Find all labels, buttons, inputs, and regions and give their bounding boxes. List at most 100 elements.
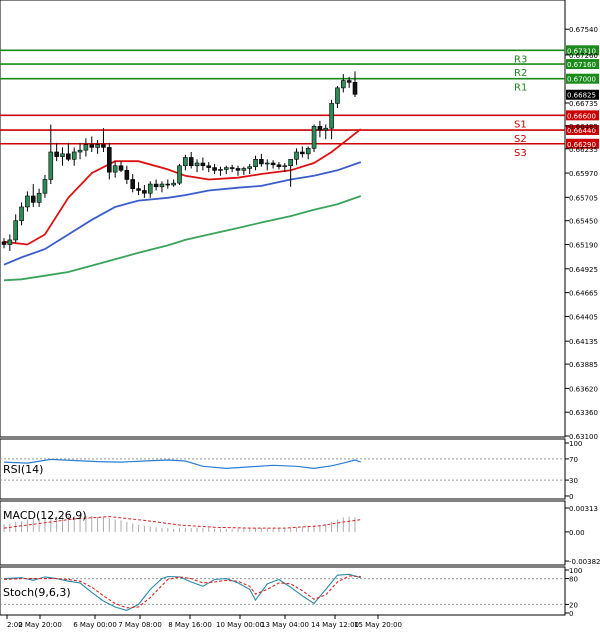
time-tick-label: 13 May 04:00	[261, 621, 309, 629]
candle-body-bull	[282, 165, 288, 168]
candle-body-bear	[136, 188, 141, 191]
candle-body-bull	[95, 144, 100, 148]
macd-title: MACD(12,26,9)	[3, 509, 87, 522]
time-tick-label: 10 May 00:00	[216, 621, 264, 629]
macd-tick-label: 0.00	[569, 529, 585, 537]
candle-body-bull	[323, 127, 329, 131]
time-tick-label: 14 May 12:00	[311, 621, 359, 629]
price-tick-label: 0.66485	[569, 123, 598, 131]
rsi-title: RSI(14)	[3, 463, 43, 476]
candle-body-bear	[124, 170, 130, 180]
candle-body-bull	[288, 159, 293, 167]
candle-body-bull	[311, 126, 317, 149]
price-tick-label: 0.64925	[569, 266, 598, 274]
price-tick-label: 0.65450	[569, 218, 598, 226]
price-tick-label: 0.63885	[569, 361, 598, 369]
price-tick-label: 0.66235	[569, 146, 598, 154]
candle-body-bear	[54, 151, 59, 157]
stoch-tick-label: 100	[569, 567, 582, 575]
level-name-s3: S3	[514, 148, 527, 159]
rsi-tick-label: 100	[569, 440, 582, 448]
candle-body-bear	[1, 241, 7, 245]
trading-chart: R30.67310R20.67160R10.67000S10.66600S20.…	[0, 0, 600, 632]
candle-body-bear	[130, 179, 135, 189]
candle-body-bull	[264, 162, 270, 165]
candle-body-bull	[335, 87, 340, 104]
candle-body-bear	[101, 144, 106, 148]
candle-body-bull	[241, 168, 247, 171]
candle-body-bull	[194, 162, 200, 167]
price-tick-label: 0.64665	[569, 290, 598, 298]
candle	[311, 124, 317, 152]
candle-body-bear	[30, 195, 36, 203]
stoch-tick-label: 80	[569, 576, 578, 584]
price-tick-label: 0.67540	[569, 26, 598, 34]
price-tick-label: 0.63360	[569, 409, 598, 417]
stoch-tick-label: 20	[569, 601, 578, 609]
price-tick-label: 0.64405	[569, 313, 598, 321]
level-price-label: 0.66600	[567, 112, 596, 120]
candle-body-bull	[36, 192, 42, 203]
rsi-tick-label: 0	[569, 493, 573, 501]
candle-body-bull	[42, 179, 48, 194]
candle-body-bull	[171, 182, 176, 186]
candle-body-bear	[142, 190, 147, 194]
candle-body-bull	[147, 183, 153, 194]
candle-body-bull	[305, 148, 311, 155]
candle-body-bull	[71, 151, 77, 160]
price-tick-label: 0.66735	[569, 100, 598, 108]
candle-body-bull	[224, 167, 229, 170]
level-price-label: 0.67000	[567, 76, 596, 84]
candle-body-bull	[13, 220, 18, 241]
candle-body-bull	[329, 103, 334, 129]
candle-body-bull	[159, 183, 165, 188]
macd-tick-label: -0.003827	[569, 558, 600, 566]
time-tick-label: 15 May 20:00	[354, 621, 402, 629]
current-price-label: 0.66825	[567, 92, 596, 100]
level-name-s1: S1	[514, 119, 527, 130]
price-tick-label: 0.63620	[569, 385, 598, 393]
candle-body-bear	[300, 151, 305, 155]
candle-body-bull	[112, 165, 118, 173]
candle-body-bull	[247, 166, 252, 169]
price-tick-label: 0.67260	[569, 52, 598, 60]
candle-body-bull	[253, 159, 258, 167]
candle-body-bear	[118, 165, 124, 171]
candle-body-bear	[270, 162, 276, 166]
macd-tick-label: 0.00313	[569, 505, 598, 513]
candle-body-bear	[206, 165, 212, 168]
price-tick-label: 0.64135	[569, 338, 598, 346]
price-tick-label: 0.65705	[569, 194, 598, 202]
price-tick-label: 0.65190	[569, 242, 598, 250]
candle-body-bull	[177, 165, 182, 184]
rsi-tick-label: 70	[569, 456, 578, 464]
time-tick-label: 8 May 16:00	[168, 621, 212, 629]
price-tick-label: 0.65970	[569, 170, 598, 178]
level-name-r2: R2	[514, 68, 527, 79]
candle-body-bear	[200, 162, 206, 167]
candle-body-bear	[107, 147, 112, 173]
time-tick-label: 7 May 08:00	[118, 621, 162, 629]
candle	[177, 163, 182, 185]
stoch-title: Stoch(9,6,3)	[3, 586, 71, 599]
candle-body-bear	[235, 168, 241, 171]
candle-body-bull	[77, 149, 83, 153]
rsi-tick-label: 30	[569, 477, 578, 485]
candle-body-bear	[153, 183, 159, 188]
candle-body-bear	[212, 167, 217, 171]
candle-body-bull	[294, 151, 299, 160]
candle-body-bull	[7, 239, 13, 245]
candle-body-bull	[340, 80, 346, 89]
candle-body-bear	[276, 164, 282, 167]
chart-background	[0, 0, 600, 632]
level-name-r1: R1	[514, 83, 527, 94]
candle-body-bear	[352, 82, 358, 95]
candle-body-bear	[346, 80, 352, 83]
candle-body-bear	[188, 157, 194, 167]
candle-body-bear	[89, 144, 95, 148]
candle-body-bear	[66, 153, 71, 160]
stoch-tick-label: 0	[569, 610, 573, 618]
time-tick-label: 6 May 00:00	[73, 621, 117, 629]
candle-body-bear	[259, 159, 264, 165]
candle-body-bull	[218, 169, 223, 171]
